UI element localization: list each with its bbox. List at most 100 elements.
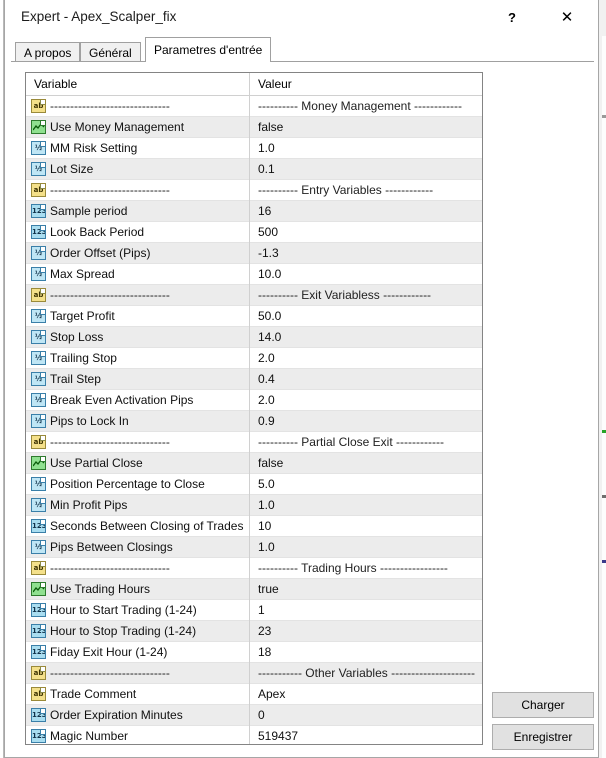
row-variable-value[interactable]: Apex xyxy=(258,687,285,701)
load-button[interactable]: Charger xyxy=(492,692,594,718)
double-icon: ½ xyxy=(31,351,46,365)
tab-parametres-entree[interactable]: Parametres d'entrée xyxy=(145,37,271,62)
row-variable-name: ------------------------------ xyxy=(50,288,170,302)
row-variable-value[interactable]: ---------- Money Management ------------ xyxy=(258,99,462,113)
int-icon: 123 xyxy=(31,225,46,239)
row-variable-name: Hour to Stop Trading (1-24) xyxy=(50,624,196,638)
row-variable-value[interactable]: ----------- Other Variables ------------… xyxy=(258,666,475,680)
column-header-value: Valeur xyxy=(258,77,292,91)
parameters-list[interactable]: Variable Valeur ab ----------------------… xyxy=(25,72,483,745)
table-row[interactable]: ab ------------------------------ --------… xyxy=(26,96,482,117)
int-icon: 123 xyxy=(31,204,46,218)
row-variable-name: Look Back Period xyxy=(50,225,144,239)
row-variable-value[interactable]: false xyxy=(258,120,283,134)
table-row[interactable]: ab--------------------------------------… xyxy=(26,663,482,684)
table-row[interactable]: ab ------------------------------ --------… xyxy=(26,285,482,306)
table-row[interactable]: ½MM Risk Setting1.0 xyxy=(26,138,482,159)
row-variable-name: Seconds Between Closing of Trades xyxy=(50,519,243,533)
row-variable-value[interactable]: 14.0 xyxy=(258,330,281,344)
row-variable-value[interactable]: 10.0 xyxy=(258,267,281,281)
tab-strip: A propos Général Parametres d'entrée xyxy=(5,35,598,62)
tab-general[interactable]: Général xyxy=(80,42,141,62)
table-row[interactable]: Use Money Managementfalse xyxy=(26,117,482,138)
row-variable-value[interactable]: true xyxy=(258,582,279,596)
row-variable-name: Pips to Lock In xyxy=(50,414,129,428)
table-row[interactable]: ½Lot Size0.1 xyxy=(26,159,482,180)
help-button[interactable]: ? xyxy=(489,0,535,34)
backdrop-tick-1 xyxy=(602,115,606,118)
row-variable-value[interactable]: ---------- Trading Hours ---------------… xyxy=(258,561,448,575)
table-row[interactable]: 123Seconds Between Closing of Trades10 xyxy=(26,516,482,537)
table-row[interactable]: 123Order Expiration Minutes0 xyxy=(26,705,482,726)
table-row[interactable]: ½Order Offset (Pips)-1.3 xyxy=(26,243,482,264)
row-variable-value[interactable]: 16 xyxy=(258,204,271,218)
close-button[interactable]: ✕ xyxy=(544,0,590,34)
row-variable-name: Order Expiration Minutes xyxy=(50,708,183,722)
row-variable-value[interactable]: 0 xyxy=(258,708,265,722)
table-row[interactable]: 123Sample period16 xyxy=(26,201,482,222)
row-variable-value[interactable]: 0.1 xyxy=(258,162,275,176)
row-variable-value[interactable]: false xyxy=(258,456,283,470)
row-variable-name: ------------------------------ xyxy=(50,561,170,575)
table-row[interactable]: ½Pips to Lock In0.9 xyxy=(26,411,482,432)
save-button[interactable]: Enregistrer xyxy=(492,724,594,750)
string-icon: ab xyxy=(31,666,46,680)
table-row[interactable]: ½Trail Step0.4 xyxy=(26,369,482,390)
table-row[interactable]: Use Trading Hourstrue xyxy=(26,579,482,600)
row-variable-value[interactable]: 0.9 xyxy=(258,414,275,428)
table-row[interactable]: ½Min Profit Pips1.0 xyxy=(26,495,482,516)
row-variable-value[interactable]: 500 xyxy=(258,225,278,239)
table-row[interactable]: ½Stop Loss14.0 xyxy=(26,327,482,348)
string-icon: ab xyxy=(31,561,46,575)
table-row[interactable]: ½Max Spread10.0 xyxy=(26,264,482,285)
table-row[interactable]: ½Break Even Activation Pips2.0 xyxy=(26,390,482,411)
table-row[interactable]: 123Fiday Exit Hour (1-24)18 xyxy=(26,642,482,663)
table-row[interactable]: ½Target Profit50.0 xyxy=(26,306,482,327)
row-variable-value[interactable]: 0.4 xyxy=(258,372,275,386)
backdrop-right-inner xyxy=(602,36,606,758)
int-icon: 123 xyxy=(31,603,46,617)
backdrop-tick-3 xyxy=(602,495,606,498)
row-variable-value[interactable]: 5.0 xyxy=(258,477,275,491)
row-variable-value[interactable]: ---------- Entry Variables ------------ xyxy=(258,183,433,197)
row-variable-name: ------------------------------ xyxy=(50,183,170,197)
table-row[interactable]: 123Hour to Stop Trading (1-24)23 xyxy=(26,621,482,642)
row-variable-value[interactable]: ---------- Exit Variabless ------------ xyxy=(258,288,431,302)
double-icon: ½ xyxy=(31,162,46,176)
row-variable-value[interactable]: -1.3 xyxy=(258,246,279,260)
table-row[interactable]: 123Magic Number519437 xyxy=(26,726,482,745)
row-variable-value[interactable]: 23 xyxy=(258,624,271,638)
bool-icon xyxy=(31,456,46,470)
table-row[interactable]: ab--------------------------------------… xyxy=(26,180,482,201)
table-row[interactable]: Use Partial Closefalse xyxy=(26,453,482,474)
row-variable-value[interactable]: 519437 xyxy=(258,729,298,743)
double-icon: ½ xyxy=(31,498,46,512)
row-variable-value[interactable]: 1.0 xyxy=(258,141,275,155)
row-variable-value[interactable]: 10 xyxy=(258,519,271,533)
row-variable-name: ------------------------------ xyxy=(50,99,170,113)
table-row[interactable]: ½Pips Between Closings1.0 xyxy=(26,537,482,558)
tab-baseline xyxy=(11,61,594,62)
row-variable-value[interactable]: 2.0 xyxy=(258,351,275,365)
row-variable-value[interactable]: 18 xyxy=(258,645,271,659)
row-variable-value[interactable]: 2.0 xyxy=(258,393,275,407)
row-variable-value[interactable]: ---------- Partial Close Exit ----------… xyxy=(258,435,444,449)
row-variable-value[interactable]: 1 xyxy=(258,603,265,617)
table-row[interactable]: 123 Look Back Period 500 xyxy=(26,222,482,243)
row-variable-value[interactable]: 50.0 xyxy=(258,309,281,323)
table-row[interactable]: ab--------------------------------------… xyxy=(26,432,482,453)
backdrop-tick-2 xyxy=(602,430,606,433)
row-variable-value[interactable]: 1.0 xyxy=(258,540,275,554)
string-icon: ab xyxy=(31,288,46,302)
row-variable-value[interactable]: 1.0 xyxy=(258,498,275,512)
table-row[interactable]: 123Hour to Start Trading (1-24)1 xyxy=(26,600,482,621)
column-header-variable: Variable xyxy=(34,77,77,91)
table-row[interactable]: abTrade CommentApex xyxy=(26,684,482,705)
title-bar: Expert - Apex_Scalper_fix ? ✕ xyxy=(5,0,598,35)
string-icon: ab xyxy=(31,99,46,113)
table-row[interactable]: ab ------------------------------ --------… xyxy=(26,558,482,579)
double-icon: ½ xyxy=(31,372,46,386)
table-row[interactable]: ½Position Percentage to Close5.0 xyxy=(26,474,482,495)
table-row[interactable]: ½Trailing Stop2.0 xyxy=(26,348,482,369)
tab-a-propos[interactable]: A propos xyxy=(15,42,80,62)
